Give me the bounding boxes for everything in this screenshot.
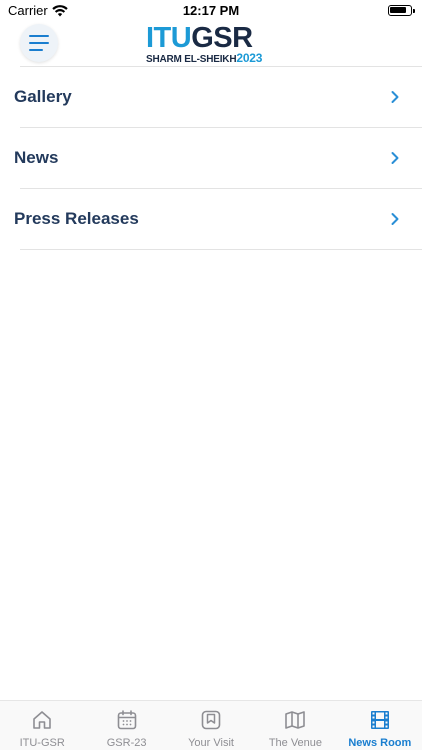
tab-label: GSR-23 — [106, 737, 147, 749]
clock: 12:17 PM — [182, 3, 240, 18]
tab-gsr-23[interactable]: GSR-23 — [84, 701, 168, 750]
menu-item-news[interactable]: News — [0, 128, 422, 189]
menu-item-label: Gallery — [14, 87, 72, 106]
calendar-icon — [117, 710, 136, 730]
map-icon — [285, 711, 306, 729]
chevron-right-icon — [391, 213, 399, 225]
itu-gsr-logo: ITUGSR SHARM EL-SHEIKH2023 — [146, 22, 286, 66]
home-icon — [33, 711, 52, 729]
divider — [20, 249, 422, 250]
film-icon — [370, 711, 389, 729]
menu-item-label: Press Releases — [14, 209, 139, 228]
tab-itu-gsr[interactable]: ITU-GSR — [0, 701, 84, 750]
chevron-right-icon — [391, 152, 399, 164]
status-bar: Carrier 12:17 PM — [0, 0, 422, 22]
logo-gsr-text: GSR — [191, 22, 253, 54]
logo-itu-text: ITU — [146, 22, 192, 54]
tab-label: Your Visit — [188, 737, 234, 749]
battery-icon — [388, 5, 415, 16]
menu-button[interactable] — [20, 24, 58, 62]
tab-label: ITU-GSR — [19, 737, 65, 749]
tab-bar: ITU-GSR GSR-23 Your Visit The Venue News… — [0, 700, 422, 750]
menu-item-label: News — [14, 148, 59, 167]
app-header: ITUGSR SHARM EL-SHEIKH2023 — [0, 22, 422, 66]
logo-location-text: SHARM EL-SHEIKH — [146, 54, 237, 65]
bookmark-icon — [201, 710, 221, 730]
menu-item-gallery[interactable]: Gallery — [0, 67, 422, 128]
news-room-menu: Gallery News Press Releases — [0, 67, 422, 250]
hamburger-icon — [29, 35, 49, 51]
menu-item-press-releases[interactable]: Press Releases — [0, 189, 422, 250]
tab-label: News Room — [348, 737, 412, 749]
tab-news-room[interactable]: News Room — [338, 701, 422, 750]
chevron-right-icon — [391, 91, 399, 103]
logo-year-text: 2023 — [236, 51, 263, 65]
tab-label: The Venue — [268, 737, 323, 749]
tab-your-visit[interactable]: Your Visit — [169, 701, 253, 750]
tab-the-venue[interactable]: The Venue — [253, 701, 337, 750]
